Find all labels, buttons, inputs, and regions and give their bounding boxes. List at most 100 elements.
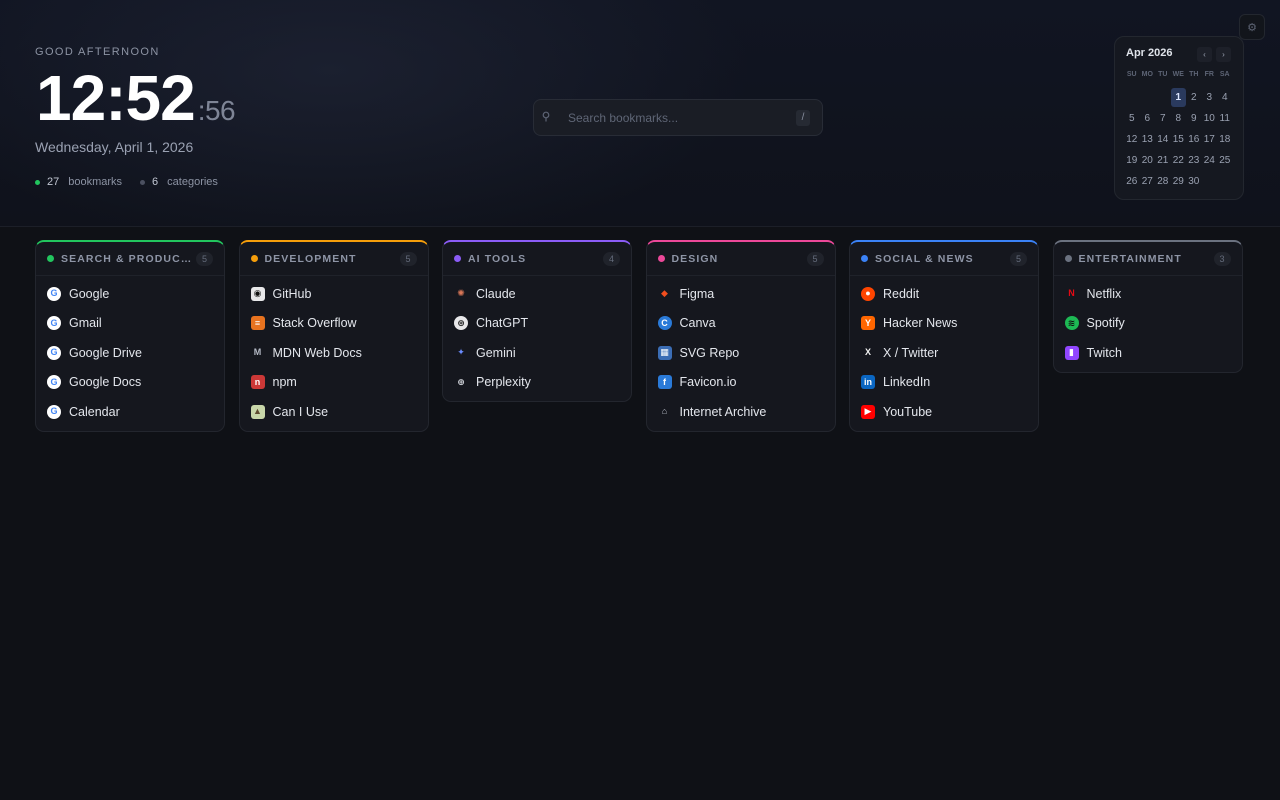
internet-archive-icon: ⌂ [661, 406, 668, 417]
bookmark-label: X / Twitter [883, 345, 939, 360]
bookmark-link[interactable]: X X / Twitter [850, 338, 1038, 368]
calendar-day[interactable]: 25 [1217, 150, 1233, 171]
bookmark-link[interactable]: M MDN Web Docs [240, 338, 428, 368]
bookmark-link[interactable]: ⊕ Perplexity [443, 368, 631, 398]
calendar-day[interactable]: 23 [1186, 150, 1202, 171]
bookmark-link[interactable]: ≡ Stack Overflow [240, 309, 428, 339]
calendar-day[interactable]: 22 [1171, 150, 1187, 171]
category-header[interactable]: SEARCH & PRODUCT... 5 [36, 242, 224, 276]
category-count-badge: 5 [196, 251, 213, 266]
calendar-day[interactable]: 7 [1155, 108, 1171, 129]
calendar-day[interactable]: 19 [1124, 150, 1140, 171]
calendar-day[interactable]: 3 [1202, 87, 1218, 108]
bookmark-link[interactable]: ◉ GitHub [240, 279, 428, 309]
calendar-day[interactable]: 13 [1140, 129, 1156, 150]
calendar-day[interactable]: 5 [1124, 108, 1140, 129]
bookmark-link[interactable]: ▦ SVG Repo [647, 338, 835, 368]
spotify-icon: ≋ [1064, 316, 1079, 331]
bookmark-link[interactable]: ✺ Claude [443, 279, 631, 309]
bookmark-label: npm [272, 375, 297, 390]
bookmark-link[interactable]: G Calendar [36, 397, 224, 427]
bookmark-label: Google Docs [69, 375, 142, 390]
bookmark-list: ✺ Claude ⊛ ChatGPT ✦ Gemini ⊕ Perplexity [443, 276, 631, 401]
perplexity-icon: ⊕ [457, 376, 465, 387]
bookmark-label: Google [69, 286, 110, 301]
calendar-widget: Apr 2026 ‹ › SU MO TU WE TH FR SA 1 2 3 4 5 6 7 8 9 10 1… [1114, 36, 1244, 200]
bookmark-link[interactable]: G Google [36, 279, 224, 309]
bookmark-label: Gmail [69, 316, 102, 331]
clock: 12:52 :56 [36, 62, 236, 134]
calendar-day[interactable]: 16 [1186, 129, 1202, 150]
calendar-day[interactable]: 9 [1186, 108, 1202, 129]
bookmark-link[interactable]: ⌂ Internet Archive [647, 397, 835, 427]
calendar-day[interactable]: 11 [1217, 108, 1233, 129]
bookmark-link[interactable]: f Favicon.io [647, 368, 835, 398]
calendar-day[interactable]: 24 [1202, 150, 1218, 171]
bookmark-link[interactable]: G Google Docs [36, 368, 224, 398]
bookmark-link[interactable]: n npm [240, 368, 428, 398]
calendar-day[interactable]: 1 [1170, 88, 1186, 107]
category-header[interactable]: DEVELOPMENT 5 [239, 242, 428, 276]
clock-hours-minutes: 12:52 [36, 62, 196, 134]
calendar-prev-button[interactable]: ‹ [1197, 47, 1212, 62]
calendar-day[interactable]: 6 [1140, 108, 1156, 129]
calendar-day[interactable]: 4 [1217, 87, 1233, 108]
bookmark-link[interactable]: ⊛ ChatGPT [443, 309, 631, 339]
bookmark-label: GitHub [272, 286, 312, 301]
category-color-dot [1064, 255, 1072, 262]
clock-seconds: :56 [197, 95, 236, 126]
calendar-day[interactable]: 20 [1140, 150, 1156, 171]
calendar-day[interactable]: 8 [1171, 108, 1187, 129]
figma-icon: ◆ [661, 288, 668, 299]
calendar-day[interactable]: 27 [1140, 171, 1156, 192]
category-header[interactable]: DESIGN 5 [646, 242, 835, 276]
bookmark-link[interactable]: ▲ Can I Use [240, 397, 428, 427]
calendar-day[interactable]: 15 [1171, 129, 1187, 150]
calendar-day[interactable]: 14 [1155, 129, 1171, 150]
bookmark-link[interactable]: C Canva [647, 309, 835, 339]
bookmark-link[interactable]: N Netflix [1054, 279, 1242, 309]
calendar-day[interactable]: 17 [1202, 129, 1218, 150]
category-card: AI TOOLS 4 ✺ Claude ⊛ ChatGPT ✦ Gemini ⊕ Perplexi… [442, 240, 632, 402]
category-color-dot [861, 255, 868, 262]
bookmark-label: Calendar [69, 404, 120, 419]
bookmark-link[interactable]: ▮ Twitch [1054, 338, 1242, 368]
claude-icon: ✺ [457, 288, 465, 299]
calendar-day[interactable]: 28 [1155, 171, 1171, 192]
calendar-weekday: WE [1172, 71, 1184, 78]
calendar-day[interactable]: 29 [1171, 171, 1187, 192]
calendar-next-button[interactable]: › [1216, 47, 1231, 62]
google-icon: G [47, 345, 61, 360]
hacker-news-icon: Y [861, 316, 875, 331]
bookmark-list: ◉ GitHub ≡ Stack Overflow M MDN Web Docs n npm ▲… [240, 276, 428, 431]
calendar-day[interactable]: 21 [1155, 150, 1171, 171]
calendar-day[interactable]: 10 [1202, 108, 1218, 129]
bookmark-label: Favicon.io [679, 375, 737, 390]
calendar-day[interactable]: 12 [1124, 129, 1140, 150]
search-input[interactable] [568, 110, 796, 125]
bookmark-link[interactable]: Y Hacker News [850, 309, 1038, 339]
search-shortcut-hint: / [796, 109, 810, 126]
bookmark-link[interactable]: ● Reddit [850, 279, 1038, 309]
calendar-day[interactable]: 2 [1186, 87, 1202, 108]
category-header[interactable]: ENTERTAINMENT 3 [1053, 242, 1242, 276]
settings-button[interactable]: ⚙ [1239, 14, 1265, 40]
category-header[interactable]: SOCIAL & NEWS 5 [850, 242, 1038, 276]
bookmark-link[interactable]: ▶ YouTube [850, 397, 1038, 427]
category-header[interactable]: AI TOOLS 4 [443, 242, 631, 276]
bookmark-link[interactable]: ◆ Figma [647, 279, 835, 309]
bookmark-link[interactable]: G Google Drive [36, 338, 224, 368]
calendar-day[interactable]: 30 [1186, 171, 1202, 192]
bookmark-label: Figma [679, 286, 715, 301]
calendar-day[interactable]: 18 [1217, 129, 1233, 150]
bookmark-link[interactable]: ≋ Spotify [1054, 309, 1242, 339]
category-color-dot [657, 255, 665, 262]
search-bar[interactable]: / [533, 99, 823, 136]
bookmark-link[interactable]: G Gmail [36, 309, 224, 339]
bookmark-link[interactable]: in LinkedIn [850, 368, 1038, 398]
calendar-day[interactable]: 26 [1124, 171, 1140, 192]
bookmark-link[interactable]: ✦ Gemini [443, 338, 631, 368]
bookmark-label: MDN Web Docs [272, 345, 362, 360]
category-card: DEVELOPMENT 5 ◉ GitHub ≡ Stack Overflow M MDN W… [238, 240, 429, 432]
calendar-empty-cell [1140, 87, 1156, 108]
